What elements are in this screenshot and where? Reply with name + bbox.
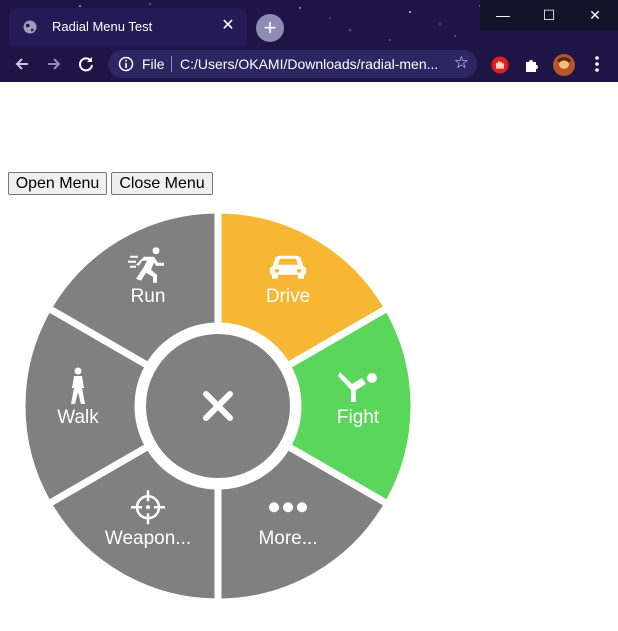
ellipsis-icon — [269, 502, 307, 513]
radial-label-more: More... — [258, 528, 318, 550]
radial-label-weapon: Weapon... — [104, 528, 192, 550]
radial-label-drive: Drive — [265, 285, 311, 307]
radial-label-run: Run — [130, 285, 166, 307]
radial-label-fight: Fight — [336, 407, 380, 428]
radial-label-walk: Walk — [57, 407, 99, 428]
